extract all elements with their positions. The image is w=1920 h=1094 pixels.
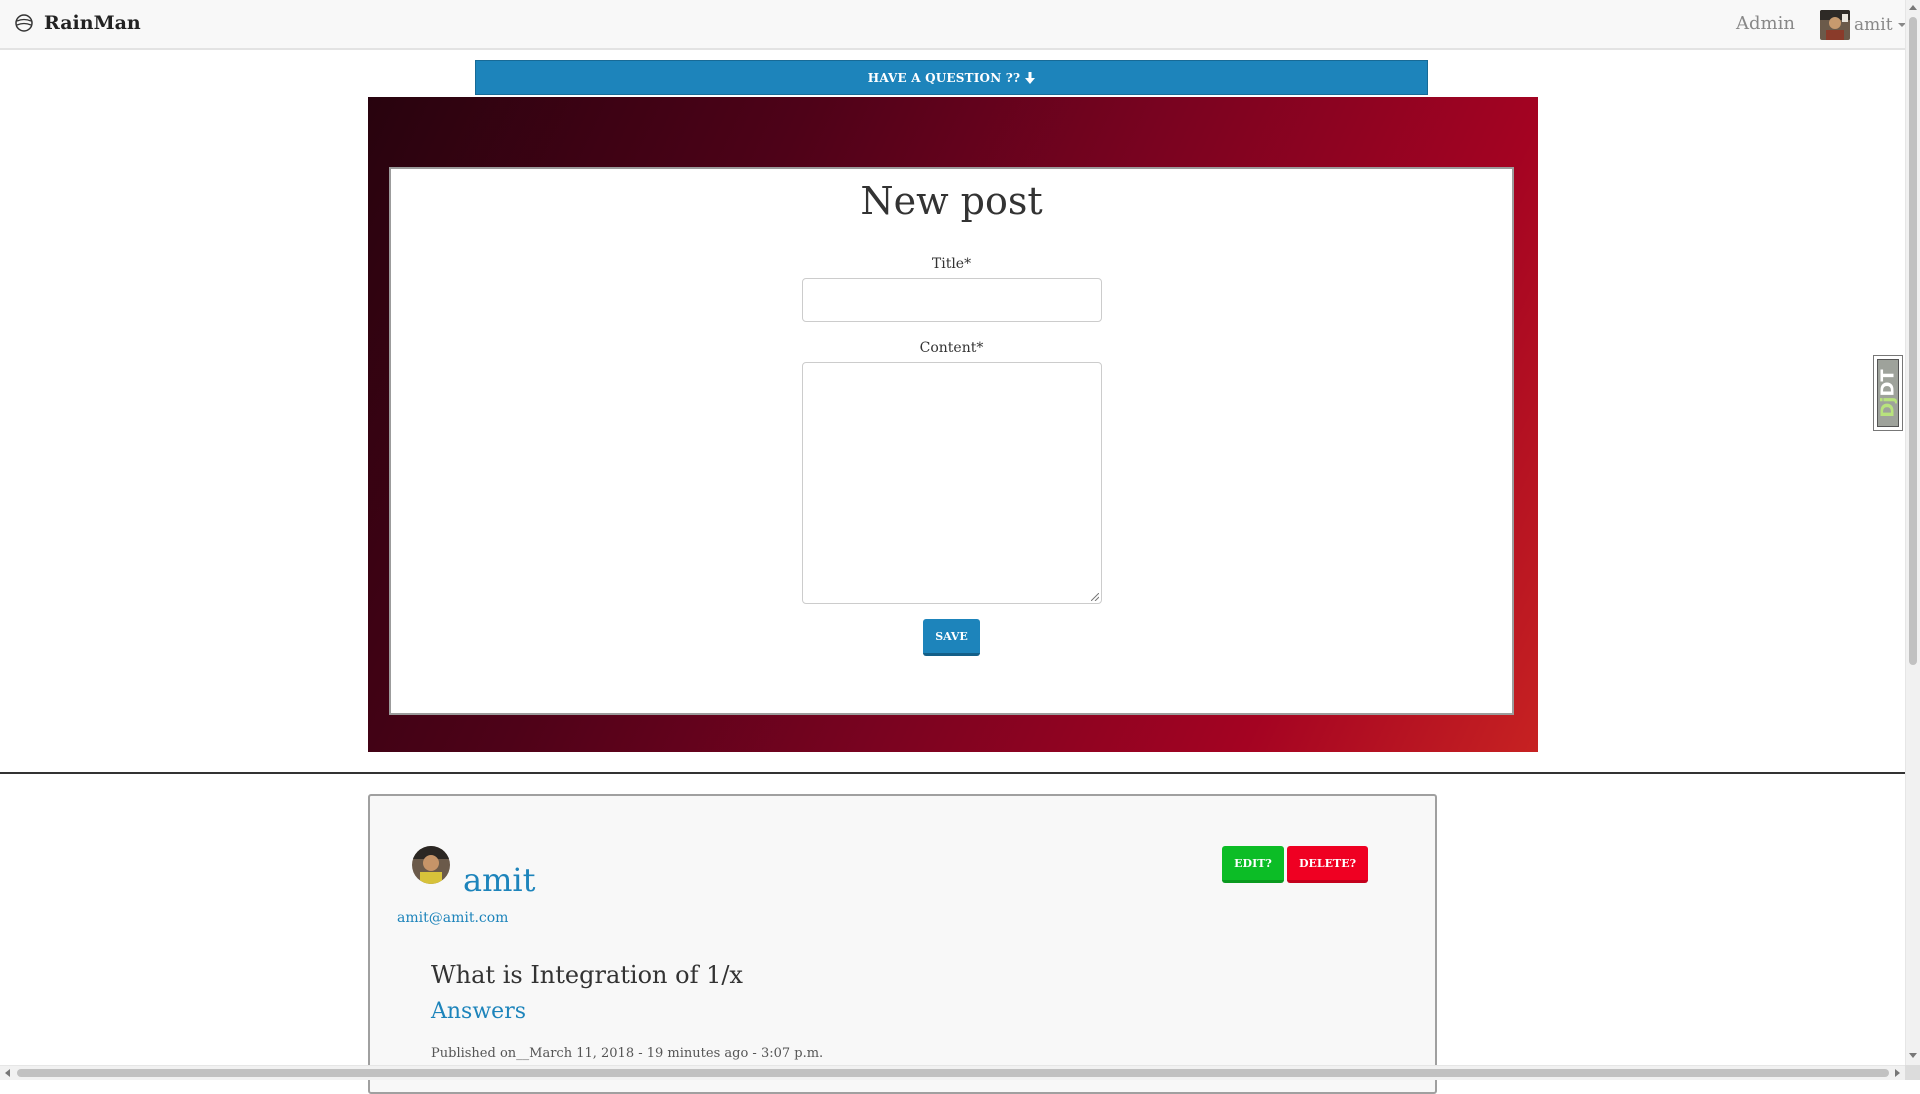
content-textarea[interactable]	[802, 362, 1102, 604]
delete-button[interactable]: DELETE?	[1287, 846, 1368, 883]
debug-toolbar-handle[interactable]: DjDT	[1873, 355, 1903, 431]
vertical-scroll-thumb[interactable]	[1909, 17, 1917, 665]
debug-toolbar-logo: DjDT	[1877, 359, 1899, 427]
scroll-right-icon[interactable]	[1892, 1068, 1902, 1078]
title-label: Title*	[931, 256, 972, 272]
post-card: amit amit@amit.com EDIT? DELETE? What is…	[368, 794, 1437, 1094]
divider	[0, 772, 1905, 774]
scroll-down-icon[interactable]	[1908, 1050, 1918, 1060]
resize-handle-icon[interactable]	[1091, 593, 1099, 601]
scroll-up-icon[interactable]	[1908, 3, 1918, 13]
post-title: What is Integration of 1/x	[431, 961, 743, 989]
page-title: New post	[860, 179, 1043, 223]
edit-button[interactable]: EDIT?	[1222, 846, 1284, 883]
debug-toolbar-dt: DT	[1877, 368, 1899, 397]
author-avatar	[412, 846, 450, 884]
have-a-question-button[interactable]: HAVE A QUESTION ??	[475, 60, 1428, 95]
answers-link[interactable]: Answers	[431, 999, 526, 1024]
horizontal-scroll-thumb[interactable]	[17, 1069, 1889, 1077]
debug-toolbar-dj: Dj	[1877, 396, 1899, 418]
published-date: Published on__March 11, 2018 - 19 minute…	[431, 1046, 824, 1061]
brand-name: RainMan	[44, 12, 141, 34]
title-input[interactable]	[802, 278, 1102, 322]
horizontal-scrollbar[interactable]	[0, 1065, 1905, 1080]
content-label: Content*	[919, 340, 984, 356]
have-a-question-label: HAVE A QUESTION ??	[867, 70, 1021, 85]
navbar: RainMan Admin amit	[0, 0, 1907, 50]
vertical-scrollbar[interactable]	[1905, 0, 1920, 1065]
save-button[interactable]: SAVE	[923, 619, 980, 656]
hero-banner: New post Title* Content* SAVE	[368, 97, 1538, 752]
avatar	[1820, 10, 1850, 40]
user-menu[interactable]: amit	[1820, 10, 1907, 40]
arrow-down-icon	[1025, 71, 1036, 84]
user-name: amit	[1854, 15, 1893, 35]
brand-link[interactable]: RainMan	[14, 12, 141, 34]
debug-toolbar-text: DjDT	[1878, 369, 1899, 417]
scroll-left-icon[interactable]	[3, 1068, 13, 1078]
author-name-link[interactable]: amit	[463, 861, 536, 899]
scrollbar-corner	[1905, 1065, 1920, 1080]
globe-icon	[15, 14, 33, 32]
author-email-link[interactable]: amit@amit.com	[397, 910, 508, 926]
admin-link[interactable]: Admin	[1736, 13, 1795, 34]
new-post-card: New post Title* Content* SAVE	[389, 167, 1514, 715]
